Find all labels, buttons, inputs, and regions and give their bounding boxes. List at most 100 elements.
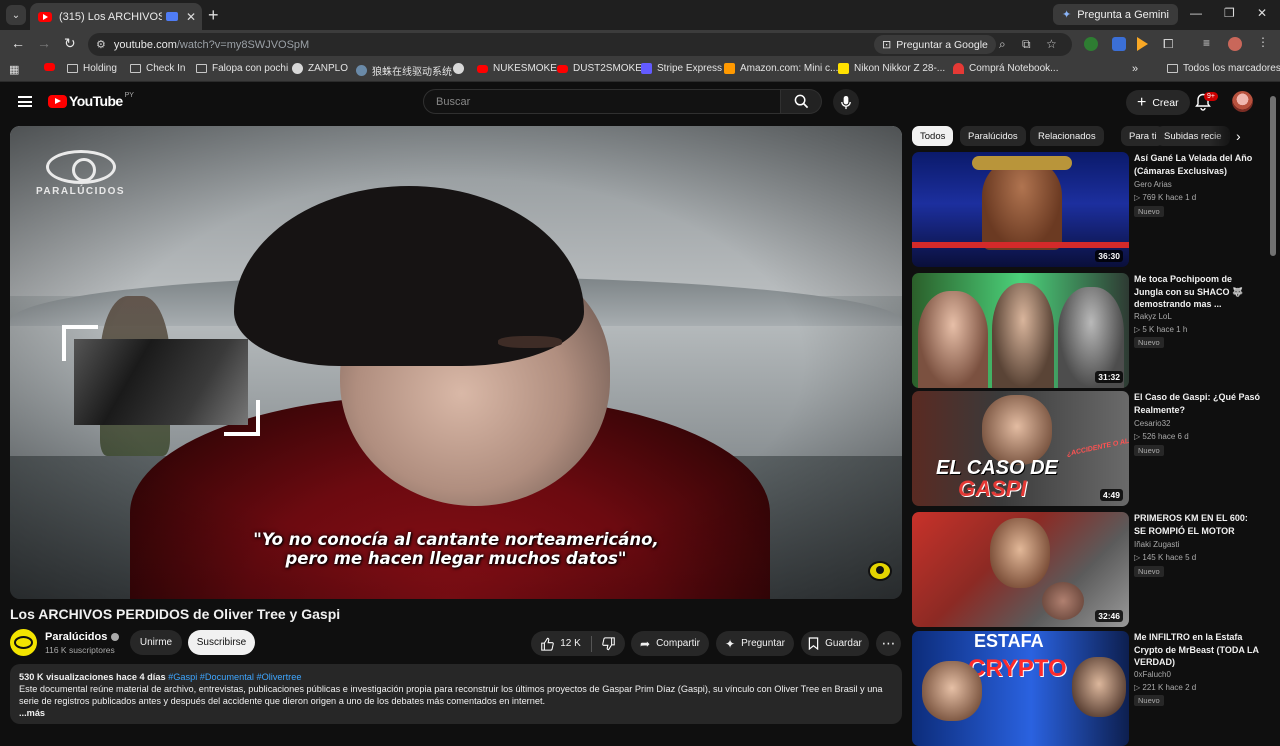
hashtags[interactable]: #Gaspi #Documental #Olivertree	[168, 672, 301, 682]
reload-icon[interactable]: ↻	[64, 35, 76, 52]
verified-icon	[111, 633, 120, 642]
create-button[interactable]: + Crear	[1126, 90, 1190, 115]
chevron-right-icon[interactable]: ›	[1236, 128, 1241, 144]
video-title[interactable]: Así Gané La Velada del Año (Cámaras Excl…	[1134, 152, 1262, 177]
new-tab-button[interactable]: +	[208, 5, 219, 26]
like-button[interactable]: 12 K	[540, 637, 581, 651]
tab-search-button[interactable]: ⌄	[6, 5, 26, 25]
more-bookmarks-icon[interactable]: »	[1132, 63, 1138, 75]
address-bar[interactable]: ⚙ youtube.com/watch?v=my8SWJVOSpM ⊡ Preg…	[88, 33, 1072, 56]
recommended-video[interactable]: EL CASO DE GASPI ¿ACCIDENTE O ALGO MAS? …	[912, 391, 1267, 506]
video-thumbnail[interactable]: 36:30	[912, 152, 1129, 267]
video-player[interactable]: PARALÚCIDOS "Yo no conocía al cantante n…	[10, 126, 902, 599]
video-title[interactable]: Me INFILTRO en la Estafa Crypto de MrBea…	[1134, 631, 1262, 669]
video-stats: ▷ 5 K hace 1 h	[1134, 325, 1188, 334]
channel-name[interactable]: Gero Arias	[1134, 180, 1172, 189]
thumbs-down-icon[interactable]	[602, 636, 616, 651]
bookmark-notebook[interactable]: Comprá Notebook...	[953, 63, 1059, 74]
search-button[interactable]	[781, 89, 822, 114]
channel-name[interactable]: Rakyz LoL	[1134, 312, 1172, 321]
extensions-puzzle-icon[interactable]: ⧠	[1163, 36, 1173, 52]
zoom-icon[interactable]: ⌕	[999, 37, 1006, 52]
all-bookmarks[interactable]: Todos los marcadores	[1167, 63, 1280, 74]
bookmark-nukesmoke[interactable]: NUKESMOKE	[477, 63, 557, 74]
chip-related[interactable]: Relacionados	[1030, 126, 1104, 146]
browser-menu-icon[interactable]: ⋮	[1257, 35, 1269, 49]
bookmark-driver[interactable]: 狼蛛在线驱动系统	[356, 63, 452, 78]
video-duration: 4:49	[1099, 489, 1123, 501]
video-title[interactable]: PRIMEROS KM EN EL 600: SE ROMPIÓ EL MOTO…	[1134, 512, 1262, 537]
video-thumbnail[interactable]: ESTAFA CRYPTO	[912, 631, 1129, 746]
save-button[interactable]: Guardar	[801, 631, 869, 656]
show-more-link[interactable]: ...más	[19, 707, 893, 719]
bookmark-holding[interactable]: Holding	[67, 63, 117, 74]
chip-all[interactable]: Todos	[912, 126, 954, 146]
extension-play-icon[interactable]	[1137, 37, 1148, 51]
video-title[interactable]: El Caso de Gaspi: ¿Qué Pasó Realmente?	[1134, 391, 1262, 416]
site-info-icon[interactable]: ⚙	[96, 38, 106, 51]
description-box[interactable]: 530 K visualizaciones hace 4 días #Gaspi…	[10, 664, 902, 724]
subscribe-button[interactable]: Suscribirse	[188, 630, 255, 655]
chip-channel[interactable]: Paralúcidos	[960, 126, 1026, 146]
video-thumbnail[interactable]: 31:32	[912, 273, 1129, 388]
profile-avatar-icon[interactable]	[1228, 37, 1242, 51]
video-title[interactable]: Me toca Pochipoom de Jungla con su SHACO…	[1134, 273, 1262, 311]
frame-bracket-icon	[224, 400, 260, 436]
bookmark-globe[interactable]	[453, 63, 469, 74]
media-controls-icon[interactable]: ≡	[1203, 36, 1210, 50]
search-input[interactable]	[424, 90, 780, 113]
browser-tab-active[interactable]: (315) Los ARCHIVOS PERDI ✕	[30, 3, 202, 30]
ask-button[interactable]: ✦ Preguntar	[716, 631, 794, 656]
search-icon	[794, 94, 808, 109]
share-button[interactable]: ➦ Compartir	[631, 631, 709, 656]
youtube-logo[interactable]: YouTube PY	[48, 92, 134, 109]
channel-name[interactable]: 0xFaluch0	[1134, 670, 1171, 679]
more-actions-icon[interactable]: ⋯	[876, 631, 901, 656]
extension-green-icon[interactable]	[1084, 37, 1098, 51]
maximize-icon[interactable]: ❐	[1224, 6, 1235, 20]
close-tab-icon[interactable]: ✕	[186, 10, 196, 24]
gemini-button[interactable]: ✦ Pregunta a Gemini	[1053, 4, 1178, 25]
bookmark-stripe[interactable]: Stripe Express	[641, 63, 722, 74]
bookmark-dust2smoke[interactable]: DUST2SMOKE	[557, 63, 642, 74]
engine-part	[1042, 582, 1084, 620]
voice-search-button[interactable]	[833, 89, 859, 115]
close-window-icon[interactable]: ✕	[1257, 6, 1267, 20]
video-stats: ▷ 526 hace 6 d	[1134, 432, 1189, 441]
thumbnail-caption-3: ¿ACCIDENTE O ALGO MAS?	[1066, 431, 1129, 458]
bookmark-check-in[interactable]: Check In	[130, 63, 185, 74]
recommended-video[interactable]: 32:46 PRIMEROS KM EN EL 600: SE ROMPIÓ E…	[912, 512, 1267, 627]
channel-name[interactable]: Cesario32	[1134, 419, 1170, 428]
channel-avatar[interactable]	[10, 629, 37, 656]
sparkle-icon: ✦	[725, 636, 736, 651]
bookmark-falopa[interactable]: Falopa con pochi	[196, 63, 288, 74]
globe-icon	[453, 63, 464, 74]
channel-branding-eye-icon[interactable]	[868, 561, 892, 581]
extension-blue-icon[interactable]	[1112, 37, 1126, 51]
store-icon	[953, 63, 964, 74]
install-app-icon[interactable]: ⧉	[1022, 37, 1031, 52]
page-scrollbar[interactable]	[1270, 96, 1276, 256]
join-button[interactable]: Unirme	[130, 630, 182, 655]
forward-arrow-icon[interactable]: →	[37, 35, 51, 51]
account-avatar[interactable]	[1232, 91, 1253, 112]
video-thumbnail[interactable]: EL CASO DE GASPI ¿ACCIDENTE O ALGO MAS? …	[912, 391, 1129, 506]
video-thumbnail[interactable]: 32:46	[912, 512, 1129, 627]
recommended-video[interactable]: 31:32 Me toca Pochipoom de Jungla con su…	[912, 273, 1267, 388]
minimize-icon[interactable]: —	[1190, 6, 1202, 20]
eye-logo-icon	[45, 150, 116, 184]
bookmark-yt-icon[interactable]	[44, 63, 60, 71]
recommended-video[interactable]: 36:30 Así Gané La Velada del Año (Cámara…	[912, 152, 1267, 267]
menu-hamburger-icon[interactable]	[18, 96, 32, 107]
bookmark-amazon[interactable]: Amazon.com: Mini c...	[724, 63, 838, 74]
folder-icon	[67, 64, 78, 73]
back-arrow-icon[interactable]: ←	[11, 35, 25, 51]
apps-grid-icon[interactable]: ▦	[9, 63, 19, 76]
recommended-video[interactable]: ESTAFA CRYPTO Me INFILTRO en la Estafa C…	[912, 631, 1267, 746]
bookmark-zanplo[interactable]: ZANPLO	[292, 63, 348, 74]
channel-name[interactable]: Iñaki Zugasti	[1134, 540, 1179, 549]
bookmark-star-icon[interactable]: ☆	[1046, 37, 1057, 51]
channel-name[interactable]: Paralúcidos	[45, 631, 120, 643]
bookmark-nikon[interactable]: Nikon Nikkor Z 28-...	[838, 63, 945, 74]
ask-google-button[interactable]: ⊡ Preguntar a Google	[874, 35, 996, 54]
